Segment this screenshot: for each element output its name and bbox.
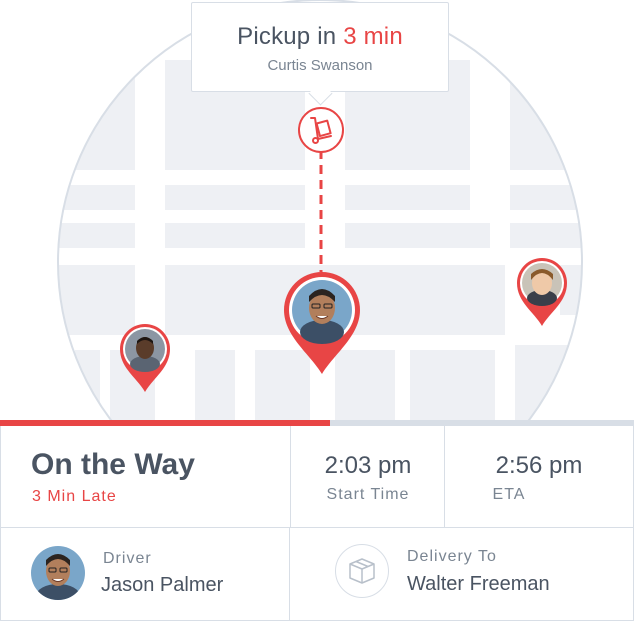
driver-avatar[interactable] [31, 546, 85, 600]
pickup-eta-minutes: 3 min [343, 23, 403, 50]
pickup-person-pin-left[interactable] [117, 322, 173, 394]
eta-block: 2:56 pm ETA [445, 452, 633, 504]
start-time-label: Start Time [326, 486, 410, 503]
eta-label: ETA [492, 486, 526, 503]
start-time-value: 2:03 pm [324, 452, 412, 479]
divider [289, 528, 290, 620]
hand-truck-icon [298, 107, 344, 153]
pickup-location-marker[interactable] [297, 106, 345, 154]
driver-name: Jason Palmer [101, 574, 224, 596]
late-indicator: 3 Min Late [32, 488, 117, 505]
driver-location-pin[interactable] [280, 270, 364, 376]
pickup-eta-prefix: Pickup in [237, 23, 337, 50]
driver-label: Driver [103, 550, 152, 567]
delivery-recipient-name: Walter Freeman [407, 573, 550, 595]
package-box-icon [335, 544, 389, 598]
pickup-eta-title: Pickup in 3 min [192, 23, 448, 51]
trip-status-row: On the Way 3 Min Late 2:03 pm Start Time… [1, 426, 633, 528]
pickup-tooltip: Pickup in 3 min Curtis Swanson [191, 2, 449, 106]
eta-value: 2:56 pm [495, 452, 583, 479]
pickup-person-pin-right[interactable] [514, 256, 570, 328]
trip-status-title: On the Way [31, 448, 195, 481]
start-time-block: 2:03 pm Start Time [291, 452, 445, 504]
trip-info-panel: On the Way 3 Min Late 2:03 pm Start Time… [0, 426, 634, 621]
delivery-label: Delivery To [407, 548, 497, 565]
pickup-customer-name: Curtis Swanson [267, 57, 373, 74]
